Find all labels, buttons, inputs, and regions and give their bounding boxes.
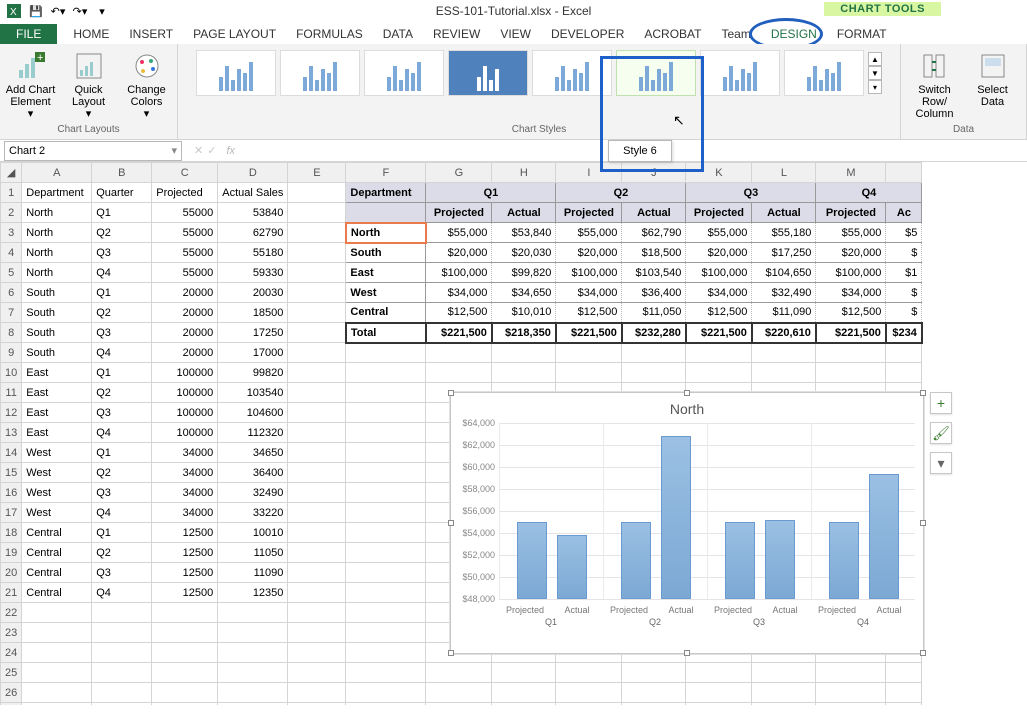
add-chart-element-button[interactable]: + Add Chart Element▾ <box>3 50 59 120</box>
tab-acrobat[interactable]: ACROBAT <box>634 24 711 44</box>
group-data: Data <box>953 124 974 137</box>
select-data-button[interactable]: Select Data <box>965 50 1021 120</box>
excel-icon[interactable]: X <box>4 2 24 20</box>
col-header[interactable]: E <box>288 163 346 183</box>
bar[interactable] <box>661 436 691 599</box>
cell[interactable]: Department <box>22 183 92 203</box>
svg-text:X: X <box>10 7 17 18</box>
col-header[interactable]: D <box>218 163 288 183</box>
chart-style-5[interactable] <box>532 50 612 96</box>
cell[interactable]: Actual Sales <box>218 183 288 203</box>
embedded-chart[interactable]: North $48,000$50,000$52,000$54,000$56,00… <box>450 392 924 654</box>
chart-styles-gallery <box>194 46 866 96</box>
col-header[interactable]: J <box>622 163 686 183</box>
bar[interactable] <box>829 522 859 599</box>
chart-styles-button[interactable]: 🖌 <box>930 422 952 444</box>
chart-style-3[interactable] <box>364 50 444 96</box>
formula-bar: Chart 2▾ ✕ ✓ fx <box>0 140 1027 162</box>
col-header[interactable] <box>886 163 922 183</box>
cell[interactable]: Quarter <box>92 183 152 203</box>
switch-row-column-button[interactable]: Switch Row/ Column <box>907 50 963 120</box>
quick-layout-icon <box>73 50 105 82</box>
group-chart-layouts: Chart Layouts <box>57 124 119 137</box>
quick-access-toolbar: X 💾 ↶▾ ↷▾ ▾ <box>4 2 112 20</box>
bar[interactable] <box>725 522 755 599</box>
title-bar: X 💾 ↶▾ ↷▾ ▾ ESS-101-Tutorial.xlsx - Exce… <box>0 0 1027 22</box>
chart-style-4[interactable] <box>448 50 528 96</box>
chart-floating-buttons: + 🖌 ▾ <box>930 392 952 474</box>
tab-format[interactable]: FORMAT <box>827 24 897 44</box>
styles-scroll-down[interactable]: ▼ <box>868 66 882 80</box>
tab-review[interactable]: REVIEW <box>423 24 490 44</box>
cancel-icon[interactable]: ✕ <box>194 144 203 157</box>
tooltip-style6: Style 6 <box>608 140 672 162</box>
pivot-corner: Department <box>346 183 426 203</box>
select-data-icon <box>977 50 1009 82</box>
bar[interactable] <box>557 535 587 599</box>
qat-dropdown-icon[interactable]: ▾ <box>92 2 112 20</box>
chart-style-8[interactable] <box>784 50 864 96</box>
chart-style-2[interactable] <box>280 50 360 96</box>
select-all[interactable]: ◢ <box>1 163 22 183</box>
bar[interactable] <box>517 522 547 599</box>
chart-title[interactable]: North <box>451 393 923 417</box>
quick-layout-button[interactable]: Quick Layout▾ <box>61 50 117 120</box>
palette-icon <box>131 50 163 82</box>
ribbon: + Add Chart Element▾ Quick Layout▾ Chang… <box>0 44 1027 140</box>
tab-view[interactable]: VIEW <box>490 24 541 44</box>
name-box[interactable]: Chart 2▾ <box>4 141 182 161</box>
window-title: ESS-101-Tutorial.xlsx - Excel <box>436 4 592 18</box>
col-header[interactable]: A <box>22 163 92 183</box>
styles-scroll-up[interactable]: ▲ <box>868 52 882 66</box>
tab-formulas[interactable]: FORMULAS <box>286 24 373 44</box>
styles-more[interactable]: ▾ <box>868 80 882 94</box>
add-element-icon: + <box>15 50 47 82</box>
undo-icon[interactable]: ↶▾ <box>48 2 68 20</box>
tab-file[interactable]: FILE <box>0 24 57 44</box>
redo-icon[interactable]: ↷▾ <box>70 2 90 20</box>
chart-style-7[interactable] <box>700 50 780 96</box>
col-header[interactable]: K <box>686 163 752 183</box>
enter-icon[interactable]: ✓ <box>207 144 216 157</box>
chart-style-1[interactable] <box>196 50 276 96</box>
tab-home[interactable]: HOME <box>63 24 119 44</box>
fx-buttons: ✕ ✓ fx <box>186 144 243 157</box>
tab-page-layout[interactable]: PAGE LAYOUT <box>183 24 286 44</box>
tab-design[interactable]: DESIGN <box>761 24 827 44</box>
col-header[interactable]: C <box>152 163 218 183</box>
worksheet-grid[interactable]: ◢ABCDEFGHIJKLM1DepartmentQuarterProjecte… <box>0 162 1027 705</box>
col-header[interactable]: B <box>92 163 152 183</box>
col-header[interactable]: G <box>426 163 492 183</box>
bar[interactable] <box>765 520 795 599</box>
save-icon[interactable]: 💾 <box>26 2 46 20</box>
tab-developer[interactable]: DEVELOPER <box>541 24 634 44</box>
cell[interactable]: Projected <box>152 183 218 203</box>
x-labels: Q1Q2Q3Q4 <box>499 617 915 627</box>
ribbon-tabs: FILE HOME INSERT PAGE LAYOUT FORMULAS DA… <box>0 22 1027 44</box>
fx-icon[interactable]: fx <box>226 145 235 157</box>
group-chart-styles: Chart Styles <box>512 124 566 137</box>
col-header[interactable]: F <box>346 163 426 183</box>
bar[interactable] <box>621 522 651 599</box>
plot-area[interactable]: $48,000$50,000$52,000$54,000$56,000$58,0… <box>499 423 915 599</box>
chart-tools-contextual: CHART TOOLS <box>824 2 941 16</box>
bar[interactable] <box>869 474 899 599</box>
svg-text:+: + <box>37 52 43 64</box>
col-header[interactable]: H <box>492 163 556 183</box>
chart-elements-button[interactable]: + <box>930 392 952 414</box>
tab-team[interactable]: Team <box>711 24 760 44</box>
x-sub-labels: ProjectedActualProjectedActualProjectedA… <box>499 605 915 615</box>
col-header[interactable]: L <box>752 163 816 183</box>
tab-insert[interactable]: INSERT <box>119 24 183 44</box>
chart-filters-button[interactable]: ▾ <box>930 452 952 474</box>
chart-style-6[interactable] <box>616 50 696 96</box>
col-header[interactable]: M <box>816 163 886 183</box>
tab-data[interactable]: DATA <box>373 24 423 44</box>
change-colors-button[interactable]: Change Colors▾ <box>119 50 175 120</box>
switch-icon <box>919 50 951 82</box>
col-header[interactable]: I <box>556 163 622 183</box>
